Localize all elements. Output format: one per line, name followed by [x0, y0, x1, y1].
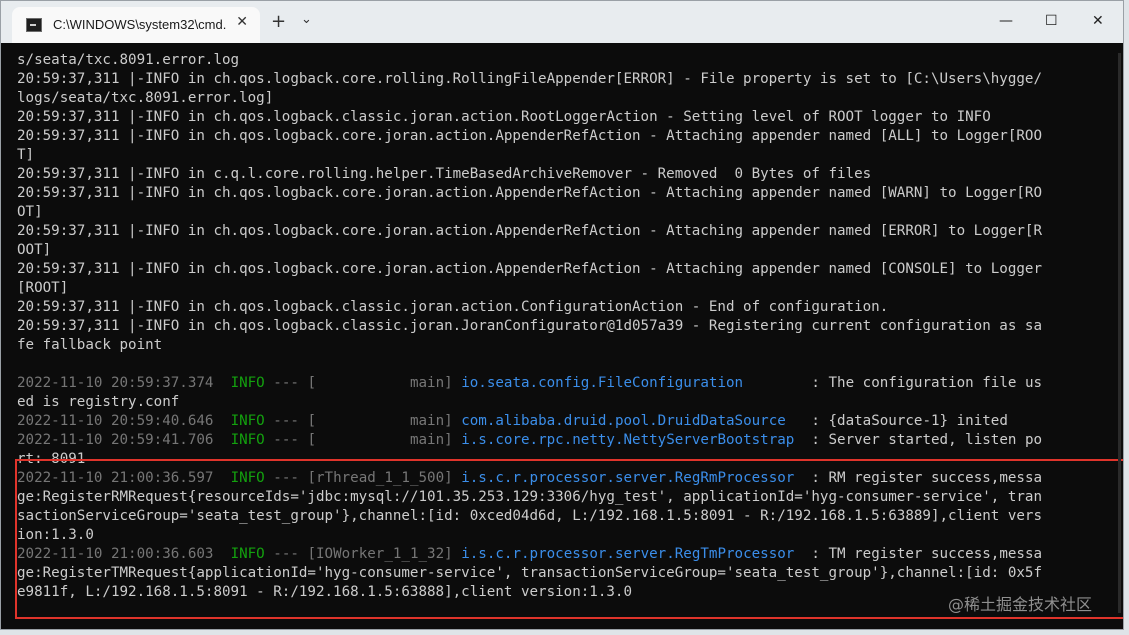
- title-bar[interactable]: C:\WINDOWS\system32\cmd. ✕ + ⌄ — ☐ ✕: [1, 1, 1123, 43]
- log-timestamp: 2022-11-10 20:59:40.646: [17, 413, 214, 429]
- log-message: : Server started, listen po: [794, 432, 1043, 448]
- log-level: INFO: [230, 432, 265, 448]
- chevron-down-icon[interactable]: ⌄: [301, 12, 312, 27]
- log-continuation-line: ge:RegisterRMRequest{resourceIds='jdbc:m…: [17, 489, 1042, 505]
- log-entry-line: 2022-11-10 21:00:36.597 INFO --- [rThrea…: [17, 469, 1042, 488]
- terminal-line: 20:59:37,311 |-INFO in ch.qos.logback.cl…: [17, 299, 889, 315]
- log-continuation-line: ge:RegisterTMRequest{applicationId='hyg-…: [17, 565, 1042, 581]
- log-separator: ---: [273, 546, 299, 562]
- terminal-line: fe fallback point: [17, 337, 163, 353]
- log-timestamp: 2022-11-10 21:00:36.603: [17, 546, 214, 562]
- terminal-line: OT]: [17, 204, 43, 220]
- log-logger-class: i.s.core.rpc.netty.NettyServerBootstrap: [461, 432, 795, 448]
- maximize-button[interactable]: ☐: [1045, 13, 1058, 29]
- close-window-button[interactable]: ✕: [1092, 13, 1104, 29]
- close-tab-icon[interactable]: ✕: [236, 14, 248, 30]
- log-separator: ---: [273, 432, 299, 448]
- log-logger-class: com.alibaba.druid.pool.DruidDataSource: [461, 413, 786, 429]
- log-message: : The configuration file us: [743, 375, 1043, 391]
- cmd-icon: [26, 18, 42, 32]
- log-level: INFO: [230, 470, 265, 486]
- log-thread: [rThread_1_1_500]: [307, 470, 453, 486]
- log-level: INFO: [230, 375, 265, 391]
- log-logger-class: i.s.c.r.processor.server.RegTmProcessor: [461, 546, 795, 562]
- tab-title: C:\WINDOWS\system32\cmd.: [53, 17, 227, 32]
- terminal-line: s/seata/txc.8091.error.log: [17, 52, 240, 68]
- log-separator: ---: [273, 375, 299, 391]
- new-tab-button[interactable]: +: [271, 11, 286, 32]
- log-thread: [ main]: [307, 432, 453, 448]
- terminal-line: 20:59:37,311 |-INFO in ch.qos.logback.co…: [17, 261, 1042, 277]
- log-continuation-line: sactionServiceGroup='seata_test_group'},…: [17, 508, 1042, 524]
- tab-cmd[interactable]: C:\WINDOWS\system32\cmd. ✕: [12, 7, 260, 43]
- log-entry-line: 2022-11-10 20:59:40.646 INFO --- [ main]…: [17, 412, 1008, 431]
- terminal-line: T]: [17, 147, 35, 163]
- log-entry-line: 2022-11-10 20:59:37.374 INFO --- [ main]…: [17, 374, 1042, 393]
- terminal-line: 20:59:37,311 |-INFO in ch.qos.logback.co…: [17, 71, 1042, 87]
- watermark: @稀土掘金技术社区: [948, 595, 1093, 614]
- log-message: : RM register success,messa: [794, 470, 1043, 486]
- log-message: : TM register success,messa: [794, 546, 1043, 562]
- terminal-line: 20:59:37,311 |-INFO in ch.qos.logback.co…: [17, 223, 1042, 239]
- terminal-line: OOT]: [17, 242, 52, 258]
- terminal-line: [ROOT]: [17, 280, 69, 296]
- terminal-window: C:\WINDOWS\system32\cmd. ✕ + ⌄ — ☐ ✕ s/s…: [0, 0, 1124, 630]
- log-logger-class: io.seata.config.FileConfiguration: [461, 375, 744, 391]
- terminal-line: 20:59:37,311 |-INFO in c.q.l.core.rollin…: [17, 166, 872, 182]
- terminal-line: 20:59:37,311 |-INFO in ch.qos.logback.cl…: [17, 109, 991, 125]
- terminal-line: 20:59:37,311 |-INFO in ch.qos.logback.co…: [17, 128, 1042, 144]
- terminal-line: 20:59:37,311 |-INFO in ch.qos.logback.cl…: [17, 318, 1042, 334]
- log-timestamp: 2022-11-10 20:59:41.706: [17, 432, 214, 448]
- log-continuation-line: rt: 8091: [17, 451, 86, 467]
- log-thread: [IOWorker_1_1_32]: [307, 546, 453, 562]
- scrollbar[interactable]: [1118, 53, 1121, 613]
- log-thread: [ main]: [307, 375, 453, 391]
- log-entry-line: 2022-11-10 21:00:36.603 INFO --- [IOWork…: [17, 545, 1042, 564]
- terminal-line: logs/seata/txc.8091.error.log]: [17, 90, 274, 106]
- log-message: : {dataSource-1} inited: [785, 413, 1008, 429]
- log-thread: [ main]: [307, 413, 453, 429]
- log-entry-line: 2022-11-10 20:59:41.706 INFO --- [ main]…: [17, 431, 1042, 450]
- log-separator: ---: [273, 413, 299, 429]
- log-continuation-line: ion:1.3.0: [17, 527, 94, 543]
- log-timestamp: 2022-11-10 21:00:36.597: [17, 470, 214, 486]
- log-level: INFO: [230, 413, 265, 429]
- log-timestamp: 2022-11-10 20:59:37.374: [17, 375, 214, 391]
- terminal-output[interactable]: s/seata/txc.8091.error.log 20:59:37,311 |…: [1, 45, 1123, 629]
- log-separator: ---: [273, 470, 299, 486]
- log-level: INFO: [230, 546, 265, 562]
- log-continuation-line: e9811f, L:/192.168.1.5:8091 - R:/192.168…: [17, 584, 632, 600]
- log-logger-class: i.s.c.r.processor.server.RegRmProcessor: [461, 470, 795, 486]
- terminal-line: 20:59:37,311 |-INFO in ch.qos.logback.co…: [17, 185, 1042, 201]
- log-continuation-line: ed is registry.conf: [17, 394, 180, 410]
- minimize-button[interactable]: —: [999, 13, 1013, 29]
